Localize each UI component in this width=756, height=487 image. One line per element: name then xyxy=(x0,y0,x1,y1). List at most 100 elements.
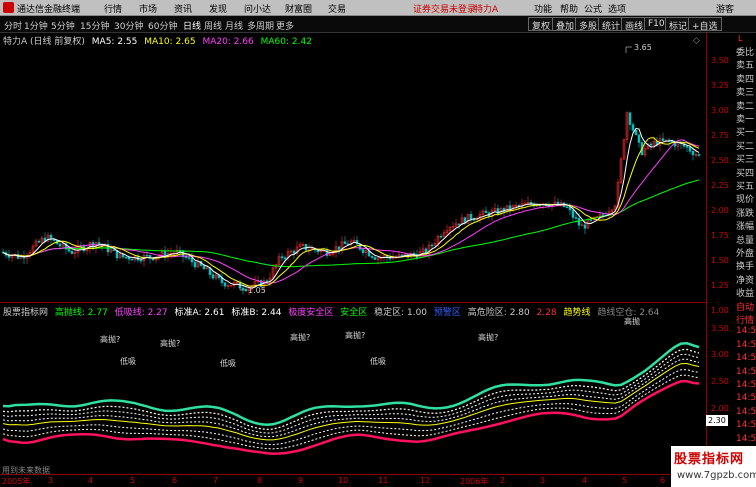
menu-market-quotes[interactable]: 行情 xyxy=(104,2,122,15)
candle-body xyxy=(124,256,128,259)
side-panel-label[interactable]: 14:5 xyxy=(736,407,756,417)
menu-wealth-circle[interactable]: 财富圈 xyxy=(285,2,312,15)
side-panel-label[interactable]: 现价 xyxy=(736,192,756,205)
side-panel-label[interactable]: 行情 xyxy=(736,313,756,326)
indicator-signal-label: 低吸 xyxy=(120,356,136,366)
side-panel-label[interactable]: 14:5 xyxy=(736,326,756,336)
tab-multi-period[interactable]: 多周期 xyxy=(247,19,274,32)
date-tick-label: 12 xyxy=(420,476,431,485)
menu-discover[interactable]: 发现 xyxy=(209,2,227,15)
date-tick-label: 11 xyxy=(378,476,389,485)
menu-trade[interactable]: 交易 xyxy=(328,2,346,15)
side-panel-label[interactable]: 自动 xyxy=(736,300,756,313)
candle-body xyxy=(58,243,62,247)
side-panel-label[interactable]: 收益 xyxy=(736,286,756,299)
tab-5min[interactable]: 5分钟 xyxy=(51,19,75,32)
side-panel-label[interactable]: 总量 xyxy=(736,233,756,246)
menu-news[interactable]: 资讯 xyxy=(174,2,192,15)
side-panel-label[interactable]: 14:5 xyxy=(736,393,756,403)
side-panel-label[interactable]: 14:5 xyxy=(736,380,756,390)
candle-body xyxy=(637,134,641,143)
candle-body xyxy=(496,208,500,215)
side-panel-label[interactable]: 卖四 xyxy=(736,72,756,85)
add-watchlist-button[interactable]: +自选 xyxy=(688,17,722,32)
tab-1min[interactable]: 1分钟 xyxy=(24,19,48,32)
side-panel-label[interactable]: 外盘 xyxy=(736,246,756,259)
candle-body xyxy=(187,257,191,259)
watermark-banner: 股票指标网 www.7gpzb.com xyxy=(671,446,756,487)
date-tick-label: 2005年 xyxy=(2,477,31,486)
panel-settings-icon[interactable]: ◇ xyxy=(693,36,700,46)
candle-body xyxy=(304,244,308,251)
candle-body xyxy=(361,249,365,253)
side-panel-label[interactable]: 14:5 xyxy=(736,434,756,444)
indicator-signal-label: 高抛? xyxy=(290,332,310,342)
stock-terminal-window: 通达信金融终端 行情 市场 资讯 发现 问小达 财富圈 交易 证券交易未登录 特… xyxy=(0,0,756,487)
side-panel-label[interactable]: 买四 xyxy=(736,166,756,179)
candle-body xyxy=(439,236,443,238)
side-panel-label[interactable]: 卖二 xyxy=(736,99,756,112)
side-panel-label[interactable]: 14:5 xyxy=(736,420,756,430)
candle-body xyxy=(292,250,296,254)
side-panel-label[interactable]: 涨跌 xyxy=(736,206,756,219)
side-panel-label[interactable]: 14:5 xyxy=(736,340,756,350)
candle-body xyxy=(649,143,653,146)
menu-help[interactable]: 帮助 xyxy=(560,2,578,15)
adjust-price-button[interactable]: 复权 xyxy=(528,17,555,32)
side-panel-label[interactable]: 14:5 xyxy=(736,353,756,363)
menu-function[interactable]: 功能 xyxy=(534,2,552,15)
tab-daily[interactable]: 日线 xyxy=(183,19,201,32)
candle-body xyxy=(688,146,692,152)
candlestick-chart[interactable]: 3.65 1.05 ◇ xyxy=(0,33,706,303)
menu-options[interactable]: 选项 xyxy=(608,2,626,15)
tab-monthly[interactable]: 月线 xyxy=(225,19,243,32)
candle-body xyxy=(457,223,461,226)
indicator-chart[interactable]: 高抛? 高抛? 高抛? 高抛? 高抛? 低吸 低吸 低吸 高抛 xyxy=(0,316,706,474)
menu-market[interactable]: 市场 xyxy=(139,2,157,15)
tab-30min[interactable]: 30分钟 xyxy=(114,19,143,32)
candle-body xyxy=(430,244,434,247)
date-tick-label: 3 xyxy=(540,476,546,485)
tab-60min[interactable]: 60分钟 xyxy=(148,19,177,32)
side-panel-label[interactable]: 买五 xyxy=(736,179,756,192)
side-panel-label[interactable]: 卖一 xyxy=(736,112,756,125)
candle-body xyxy=(634,130,638,135)
menu-ask[interactable]: 问小达 xyxy=(244,2,271,15)
chart-toolbar: 分时 1分钟 5分钟 15分钟 30分钟 60分钟 日线 周线 月线 多周期 更… xyxy=(0,16,756,33)
side-panel-label[interactable]: 净资 xyxy=(736,273,756,286)
menu-formula[interactable]: 公式 xyxy=(584,2,602,15)
y-tick-label: 2.75 xyxy=(711,131,729,140)
candle-body xyxy=(568,206,572,211)
tab-weekly[interactable]: 周线 xyxy=(204,19,222,32)
side-panel-label[interactable]: 卖五 xyxy=(736,58,756,71)
candle-body xyxy=(70,250,74,254)
candle-body xyxy=(202,265,206,270)
side-panel-label[interactable]: 14:5 xyxy=(736,367,756,377)
quote-side-panel: 委比 卖五 卖四 卖三 卖二 卖一 买一 买二 买三 买四 买五 现价 涨跌 涨幅 总量 外盘 换手 净资 收益 自动… xyxy=(736,33,756,474)
candle-body xyxy=(574,217,578,219)
candle-body xyxy=(193,261,197,268)
date-tick-label: 8 xyxy=(257,476,263,485)
y-tick-label: 2.00 xyxy=(711,206,729,215)
candle-body xyxy=(337,246,341,250)
tab-intraday[interactable]: 分时 xyxy=(4,19,22,32)
candle-body xyxy=(283,257,287,260)
side-panel-label[interactable]: 买三 xyxy=(736,152,756,165)
indicator-y-tick-label: 3.50 xyxy=(711,324,729,333)
side-panel-label[interactable]: 涨幅 xyxy=(736,219,756,232)
side-panel-label[interactable]: 买一 xyxy=(736,125,756,138)
stock-name-title: 特力A xyxy=(474,5,499,15)
candle-body xyxy=(241,287,245,290)
ma60-line xyxy=(2,179,700,268)
side-panel-label[interactable]: 卖三 xyxy=(736,85,756,98)
candle-body xyxy=(580,224,584,227)
side-panel-label[interactable]: 换手 xyxy=(736,259,756,272)
tab-15min[interactable]: 15分钟 xyxy=(80,19,109,32)
user-guest[interactable]: 游客 xyxy=(716,2,734,15)
candle-body xyxy=(469,213,473,220)
side-panel-label[interactable]: 委比 xyxy=(736,45,756,58)
side-panel-label[interactable]: 买二 xyxy=(736,139,756,152)
tab-more[interactable]: 更多 xyxy=(276,19,294,32)
y-tick-label: 1.50 xyxy=(711,256,729,265)
candle-body xyxy=(601,214,605,216)
